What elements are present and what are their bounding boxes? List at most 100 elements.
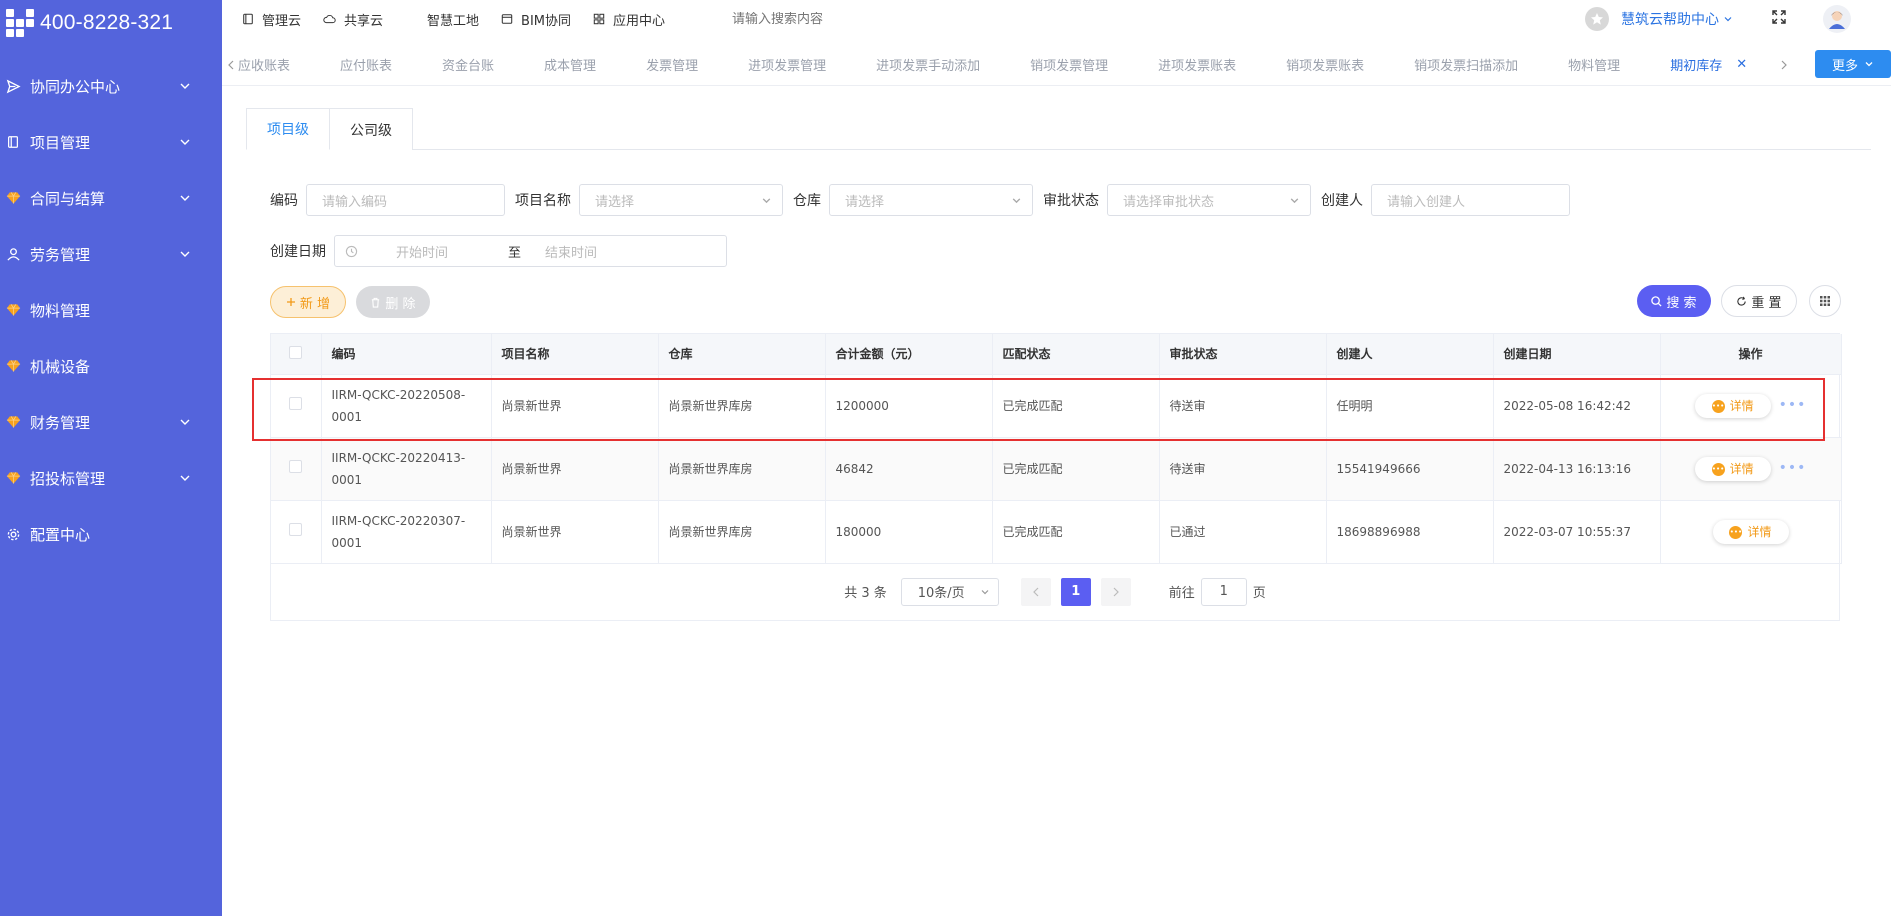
column-header[interactable]: 编码 bbox=[321, 334, 492, 375]
top-nav-item-1[interactable]: 共享云 bbox=[323, 10, 383, 29]
sidebar-item-label: 物料管理 bbox=[30, 301, 91, 320]
next-page-button[interactable] bbox=[1100, 577, 1131, 606]
column-header[interactable]: 审批状态 bbox=[1159, 334, 1327, 375]
tag-item[interactable]: 进项发票管理 bbox=[748, 55, 826, 74]
prev-page-button[interactable] bbox=[1020, 577, 1051, 606]
sidebar-item-8[interactable]: 配置中心 bbox=[0, 506, 222, 562]
user-avatar[interactable] bbox=[1823, 5, 1851, 33]
page-size-select[interactable]: 10条/页 bbox=[900, 577, 999, 606]
table-row[interactable]: IIRM-QCKC-20220307-0001 尚景新世界 尚景新世界库房 18000… bbox=[271, 500, 1842, 564]
project-select[interactable]: 请选择 bbox=[579, 184, 783, 216]
tag-item[interactable]: 成本管理 bbox=[544, 55, 596, 74]
top-nav-label: 管理云 bbox=[262, 13, 302, 29]
column-header[interactable]: 匹配状态 bbox=[992, 334, 1160, 375]
creator-input[interactable]: 请输入创建人 bbox=[1371, 184, 1570, 216]
more-actions-icon[interactable]: ••• bbox=[1779, 397, 1807, 413]
select-all-checkbox[interactable] bbox=[289, 345, 303, 359]
sidebar-item-4[interactable]: 物料管理 bbox=[0, 282, 222, 338]
action-bar-right: 搜 索 重 置 bbox=[1637, 285, 1841, 317]
tag-item[interactable]: 资金台账 bbox=[442, 55, 494, 74]
column-header[interactable]: 合计金额（元） bbox=[825, 334, 993, 375]
detail-button[interactable]: ••• 详情 bbox=[1712, 520, 1789, 544]
warehouse-select[interactable]: 请选择 bbox=[829, 184, 1033, 216]
tag-item[interactable]: 应付账表 bbox=[340, 55, 392, 74]
page-number-current[interactable]: 1 bbox=[1060, 577, 1091, 606]
detail-label: 详情 bbox=[1729, 399, 1754, 413]
chevron-down-icon bbox=[1865, 62, 1873, 67]
tag-close-icon[interactable]: ✕ bbox=[1736, 57, 1747, 72]
add-button[interactable]: 新 增 bbox=[270, 286, 346, 318]
code-input[interactable]: 请输入编码 bbox=[306, 184, 505, 216]
row-select-cell bbox=[271, 437, 322, 501]
help-center-link[interactable]: 慧筑云帮助中心 bbox=[1621, 9, 1733, 29]
cell-date: 2022-04-13 16:13:16 bbox=[1493, 437, 1661, 501]
top-nav-item-0[interactable]: 管理云 bbox=[242, 10, 301, 29]
date-end[interactable]: 结束时间 bbox=[545, 242, 597, 261]
global-search-input[interactable] bbox=[732, 11, 933, 27]
reset-button[interactable]: 重 置 bbox=[1721, 285, 1797, 317]
detail-button[interactable]: ••• 详情 bbox=[1694, 457, 1771, 481]
column-header[interactable]: 项目名称 bbox=[491, 334, 659, 375]
row-checkbox[interactable] bbox=[289, 522, 303, 536]
tag-item[interactable]: 物料管理 bbox=[1568, 55, 1620, 74]
cell-amount: 46842 bbox=[825, 437, 993, 501]
help-center-label: 慧筑云帮助中心 bbox=[1621, 12, 1719, 28]
fullscreen-icon[interactable] bbox=[1771, 9, 1787, 29]
tag-item[interactable]: 销项发票扫描添加 bbox=[1414, 55, 1518, 74]
sidebar-item-1[interactable]: 项目管理 bbox=[0, 114, 222, 170]
tags-scroll-left-icon[interactable] bbox=[224, 55, 238, 75]
book-icon bbox=[4, 133, 22, 151]
goto-page-input[interactable]: 1 bbox=[1200, 577, 1247, 606]
sidebar-item-0[interactable]: 协同办公中心 bbox=[0, 58, 222, 114]
project-label: 项目名称 bbox=[515, 193, 571, 209]
top-nav-item-2[interactable]: 智慧工地 bbox=[405, 10, 479, 29]
top-nav-item-4[interactable]: 应用中心 bbox=[593, 10, 665, 29]
search-button[interactable]: 搜 索 bbox=[1637, 285, 1711, 317]
row-checkbox[interactable] bbox=[289, 396, 303, 410]
tags-scroll-right-icon[interactable] bbox=[1777, 55, 1791, 75]
chevron-left-icon bbox=[1032, 587, 1039, 596]
approval-select[interactable]: 请选择审批状态 bbox=[1107, 184, 1311, 216]
delete-button[interactable]: 删 除 bbox=[356, 286, 430, 318]
row-checkbox[interactable] bbox=[289, 459, 303, 473]
date-range-picker[interactable]: 开始时间 至 结束时间 bbox=[334, 235, 727, 267]
refresh-icon bbox=[1737, 296, 1747, 306]
tab-project-level[interactable]: 项目级 bbox=[246, 108, 330, 150]
more-actions-icon[interactable]: ••• bbox=[1779, 460, 1807, 476]
sidebar-item-3[interactable]: 劳务管理 bbox=[0, 226, 222, 282]
column-header[interactable]: 创建日期 bbox=[1493, 334, 1661, 375]
column-settings-icon[interactable] bbox=[1809, 285, 1841, 317]
page-size-value: 10条/页 bbox=[917, 586, 965, 601]
sidebar-item-label: 协同办公中心 bbox=[30, 77, 121, 96]
cell-creator: 18698896988 bbox=[1326, 500, 1494, 564]
tag-item[interactable]: 销项发票账表 bbox=[1286, 55, 1364, 74]
goto-prefix: 前往 bbox=[1168, 586, 1195, 601]
tag-item[interactable]: 发票管理 bbox=[646, 55, 698, 74]
tag-active[interactable]: 期初库存 bbox=[1670, 55, 1722, 74]
top-nav-item-3[interactable]: BIM协同 bbox=[501, 10, 571, 29]
tag-item[interactable]: 进项发票账表 bbox=[1158, 55, 1236, 74]
column-header[interactable]: 仓库 bbox=[658, 334, 826, 375]
detail-button[interactable]: ••• 详情 bbox=[1694, 394, 1771, 418]
sidebar-item-5[interactable]: 机械设备 bbox=[0, 338, 222, 394]
cell-project: 尚景新世界 bbox=[491, 374, 659, 438]
select-all-cell bbox=[271, 334, 322, 375]
gem-icon bbox=[4, 469, 22, 487]
tags-bar: 应收账表 应付账表 资金台账 成本管理 发票管理 进项发票管理 进项发票手动添加 销项发票管理… bbox=[222, 44, 1891, 86]
chevron-down-icon bbox=[178, 471, 192, 485]
more-tags-button[interactable]: 更多 bbox=[1815, 50, 1891, 78]
table-row[interactable]: IIRM-QCKC-20220413-0001 尚景新世界 尚景新世界库房 46842… bbox=[271, 437, 1842, 501]
sidebar-item-2[interactable]: 合同与结算 bbox=[0, 170, 222, 226]
tab-company-level[interactable]: 公司级 bbox=[330, 108, 413, 150]
date-start[interactable]: 开始时间 bbox=[396, 242, 496, 261]
sidebar-item-6[interactable]: 财务管理 bbox=[0, 394, 222, 450]
tag-item[interactable]: 进项发票手动添加 bbox=[876, 55, 980, 74]
table-row[interactable]: IIRM-QCKC-20220508-0001 尚景新世界 尚景新世界库房 12000… bbox=[271, 374, 1842, 438]
sidebar-item-7[interactable]: 招投标管理 bbox=[0, 450, 222, 506]
logo[interactable]: 400-8228-321 bbox=[0, 0, 222, 46]
tag-item[interactable]: 销项发票管理 bbox=[1030, 55, 1108, 74]
approval-label: 审批状态 bbox=[1043, 193, 1099, 209]
tag-item[interactable]: 应收账表 bbox=[238, 55, 290, 74]
column-header[interactable]: 创建人 bbox=[1326, 334, 1494, 375]
column-header[interactable]: 操作 bbox=[1660, 334, 1842, 375]
